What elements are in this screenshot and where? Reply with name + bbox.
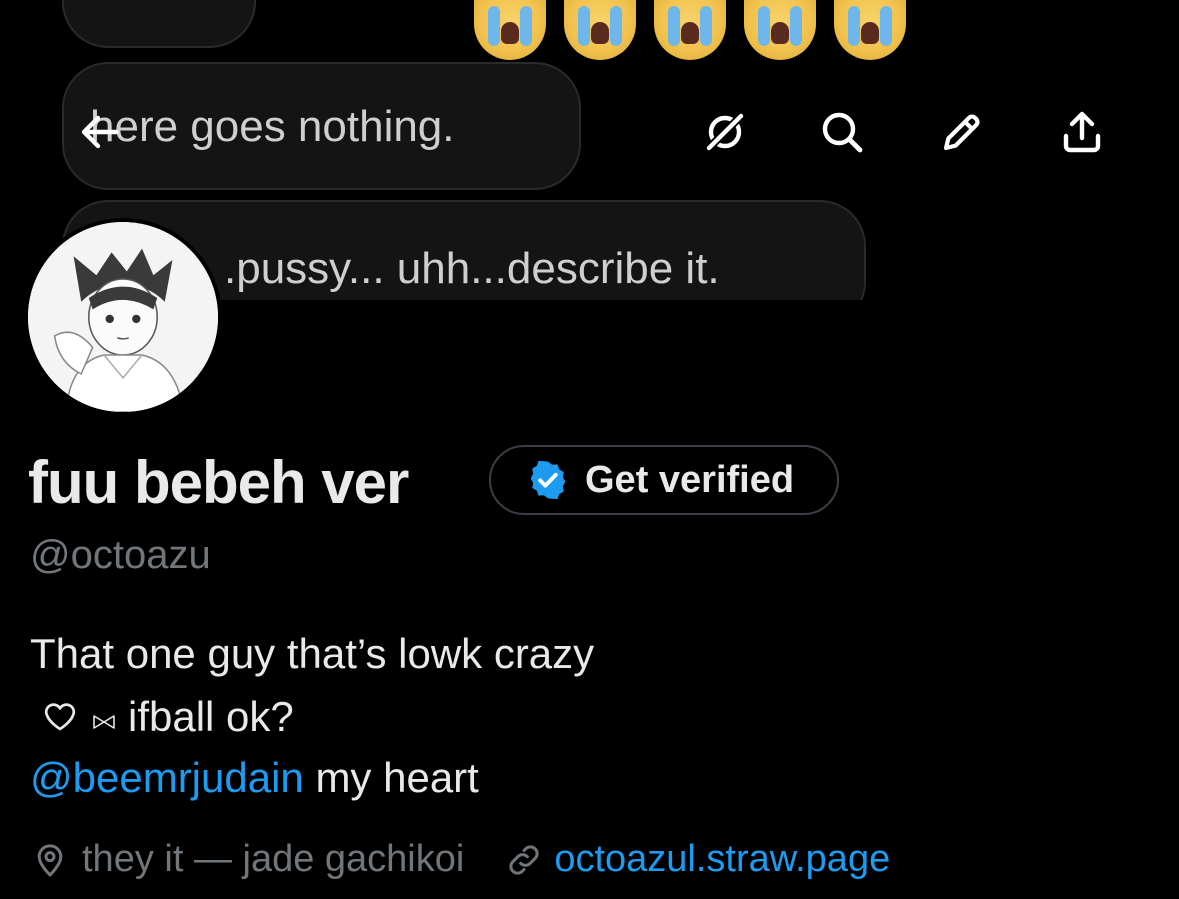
search-icon [822, 112, 863, 153]
website-link[interactable]: octoazul.straw.page [554, 838, 890, 881]
back-button[interactable] [70, 102, 130, 162]
mention-link[interactable]: @beemrjudain [30, 754, 304, 801]
profile-meta-row: they it — jade gachikoi octoazul.straw.p… [30, 838, 890, 881]
bio-text: my heart [303, 754, 479, 801]
bow-icon [93, 715, 115, 729]
heart-icon [44, 703, 76, 731]
chat-bubble: here goes nothing. [62, 62, 581, 190]
bio-text: ifball ok? [128, 693, 294, 740]
grok-button[interactable] [695, 102, 755, 162]
search-button[interactable] [812, 102, 872, 162]
chat-bubble-text: .pussy... uhh...describe it. [224, 244, 720, 293]
grok-icon [703, 110, 747, 154]
chat-bubble [62, 0, 256, 48]
bio-line: @beemrjudain my heart [30, 754, 479, 802]
get-verified-button[interactable]: Get verified [489, 445, 839, 515]
crying-emoji-icon [834, 0, 906, 60]
crying-emoji-icon [654, 0, 726, 60]
location-pin-icon [37, 843, 63, 876]
get-verified-label: Get verified [585, 458, 795, 501]
edit-button[interactable] [932, 102, 992, 162]
bio-line: That one guy that’s lowk crazy [30, 630, 595, 677]
avatar-image [28, 222, 218, 412]
crying-emoji-icon [564, 0, 636, 60]
bio-line: ifball ok? [30, 693, 294, 741]
back-arrow-icon [81, 115, 119, 149]
verified-badge-icon [530, 460, 566, 500]
avatar[interactable] [24, 218, 222, 416]
location-text: they it — jade gachikoi [82, 838, 465, 880]
crying-emoji-icon [474, 0, 546, 60]
share-button[interactable] [1052, 102, 1112, 162]
crying-emoji-icon [744, 0, 816, 60]
share-icon [1063, 111, 1101, 153]
edit-icon [943, 114, 980, 151]
chat-bubble-text: here goes nothing. [90, 102, 455, 151]
emoji-row [474, 0, 906, 60]
link-icon [509, 844, 539, 875]
display-name: fuu bebeh ver [28, 449, 409, 516]
user-handle: @octoazu [30, 533, 211, 577]
